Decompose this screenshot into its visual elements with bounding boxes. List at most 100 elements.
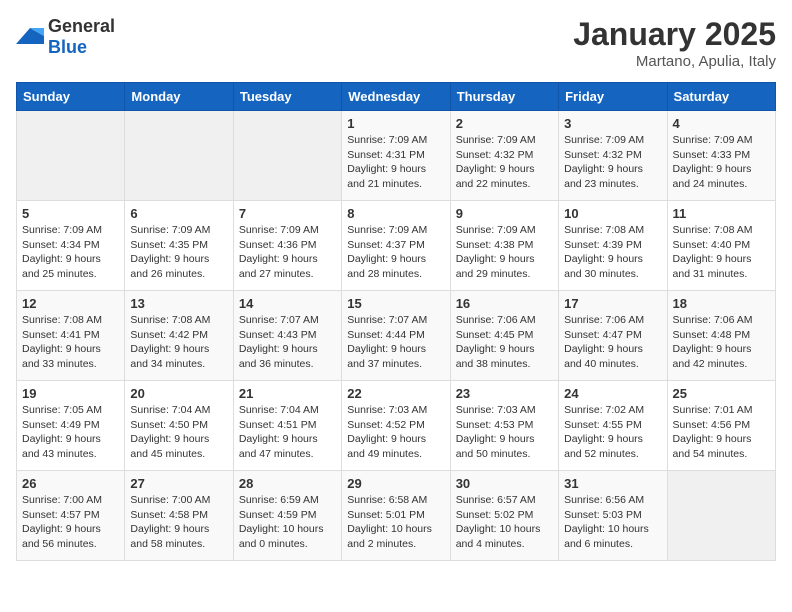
calendar-cell (17, 111, 125, 201)
day-info: Sunrise: 7:06 AM Sunset: 4:45 PM Dayligh… (456, 313, 553, 372)
calendar-cell: 16 Sunrise: 7:06 AM Sunset: 4:45 PM Dayli… (450, 291, 558, 381)
day-info: Sunrise: 7:06 AM Sunset: 4:48 PM Dayligh… (673, 313, 770, 372)
day-number: 30 (456, 476, 553, 491)
calendar-body: 1Sunrise: 7:09 AM Sunset: 4:31 PM Daylig… (17, 111, 776, 561)
day-info: Sunrise: 7:01 AM Sunset: 4:56 PM Dayligh… (673, 403, 770, 462)
column-header-friday: Friday (559, 83, 667, 111)
day-info: Sunrise: 7:03 AM Sunset: 4:53 PM Dayligh… (456, 403, 553, 462)
page-header: General Blue January 2025 Martano, Apuli… (16, 16, 776, 70)
calendar-cell: 15 Sunrise: 7:07 AM Sunset: 4:44 PM Dayli… (342, 291, 450, 381)
logo: General Blue (16, 16, 115, 58)
day-info: Sunrise: 7:09 AM Sunset: 4:32 PM Dayligh… (456, 133, 553, 192)
day-info: Sunrise: 6:58 AM Sunset: 5:01 PM Dayligh… (347, 493, 444, 552)
calendar-cell: 28Sunrise: 6:59 AM Sunset: 4:59 PM Dayli… (233, 471, 341, 561)
day-info: Sunrise: 7:09 AM Sunset: 4:37 PM Dayligh… (347, 223, 444, 282)
calendar-cell: 29 Sunrise: 6:58 AM Sunset: 5:01 PM Dayli… (342, 471, 450, 561)
day-number: 27 (130, 476, 227, 491)
day-number: 13 (130, 296, 227, 311)
calendar-cell: 11 Sunrise: 7:08 AM Sunset: 4:40 PM Dayli… (667, 201, 775, 291)
week-row-2: 5 Sunrise: 7:09 AM Sunset: 4:34 PM Daylig… (17, 201, 776, 291)
day-number: 28 (239, 476, 336, 491)
calendar-cell: 4 Sunrise: 7:09 AM Sunset: 4:33 PM Daylig… (667, 111, 775, 201)
day-info: Sunrise: 7:08 AM Sunset: 4:42 PM Dayligh… (130, 313, 227, 372)
day-info: Sunrise: 6:57 AM Sunset: 5:02 PM Dayligh… (456, 493, 553, 552)
week-row-1: 1Sunrise: 7:09 AM Sunset: 4:31 PM Daylig… (17, 111, 776, 201)
week-row-4: 19 Sunrise: 7:05 AM Sunset: 4:49 PM Dayli… (17, 381, 776, 471)
calendar-title: January 2025 (573, 16, 776, 53)
title-block: January 2025 Martano, Apulia, Italy (573, 16, 776, 70)
calendar-cell: 24Sunrise: 7:02 AM Sunset: 4:55 PM Dayli… (559, 381, 667, 471)
day-info: Sunrise: 7:00 AM Sunset: 4:57 PM Dayligh… (22, 493, 119, 552)
day-number: 12 (22, 296, 119, 311)
calendar-cell: 9Sunrise: 7:09 AM Sunset: 4:38 PM Daylig… (450, 201, 558, 291)
day-info: Sunrise: 7:03 AM Sunset: 4:52 PM Dayligh… (347, 403, 444, 462)
day-number: 31 (564, 476, 661, 491)
column-header-sunday: Sunday (17, 83, 125, 111)
day-info: Sunrise: 7:06 AM Sunset: 4:47 PM Dayligh… (564, 313, 661, 372)
calendar-cell: 7 Sunrise: 7:09 AM Sunset: 4:36 PM Daylig… (233, 201, 341, 291)
column-header-tuesday: Tuesday (233, 83, 341, 111)
day-number: 10 (564, 206, 661, 221)
calendar-cell: 27 Sunrise: 7:00 AM Sunset: 4:58 PM Dayli… (125, 471, 233, 561)
day-info: Sunrise: 7:09 AM Sunset: 4:31 PM Dayligh… (347, 133, 444, 192)
calendar-cell: 20 Sunrise: 7:04 AM Sunset: 4:50 PM Dayli… (125, 381, 233, 471)
logo-general: General (48, 16, 115, 36)
day-number: 22 (347, 386, 444, 401)
calendar-cell: 30 Sunrise: 6:57 AM Sunset: 5:02 PM Dayli… (450, 471, 558, 561)
calendar-cell: 26Sunrise: 7:00 AM Sunset: 4:57 PM Dayli… (17, 471, 125, 561)
calendar-header: SundayMondayTuesdayWednesdayThursdayFrid… (17, 83, 776, 111)
calendar-cell: 14 Sunrise: 7:07 AM Sunset: 4:43 PM Dayli… (233, 291, 341, 381)
column-header-thursday: Thursday (450, 83, 558, 111)
day-info: Sunrise: 7:09 AM Sunset: 4:34 PM Dayligh… (22, 223, 119, 282)
calendar-cell: 22 Sunrise: 7:03 AM Sunset: 4:52 PM Dayli… (342, 381, 450, 471)
day-number: 24 (564, 386, 661, 401)
day-info: Sunrise: 7:08 AM Sunset: 4:41 PM Dayligh… (22, 313, 119, 372)
logo-icon (16, 26, 44, 48)
day-number: 29 (347, 476, 444, 491)
day-info: Sunrise: 7:05 AM Sunset: 4:49 PM Dayligh… (22, 403, 119, 462)
calendar-cell: 19 Sunrise: 7:05 AM Sunset: 4:49 PM Dayli… (17, 381, 125, 471)
calendar-subtitle: Martano, Apulia, Italy (573, 53, 776, 70)
column-header-saturday: Saturday (667, 83, 775, 111)
calendar-cell: 10 Sunrise: 7:08 AM Sunset: 4:39 PM Dayli… (559, 201, 667, 291)
day-info: Sunrise: 7:09 AM Sunset: 4:36 PM Dayligh… (239, 223, 336, 282)
day-number: 23 (456, 386, 553, 401)
day-number: 11 (673, 206, 770, 221)
day-info: Sunrise: 7:09 AM Sunset: 4:38 PM Dayligh… (456, 223, 553, 282)
logo-blue: Blue (48, 37, 87, 57)
calendar-cell: 1Sunrise: 7:09 AM Sunset: 4:31 PM Daylig… (342, 111, 450, 201)
day-info: Sunrise: 7:08 AM Sunset: 4:39 PM Dayligh… (564, 223, 661, 282)
day-info: Sunrise: 7:08 AM Sunset: 4:40 PM Dayligh… (673, 223, 770, 282)
day-number: 4 (673, 116, 770, 131)
day-info: Sunrise: 7:09 AM Sunset: 4:35 PM Dayligh… (130, 223, 227, 282)
day-info: Sunrise: 7:09 AM Sunset: 4:33 PM Dayligh… (673, 133, 770, 192)
calendar-cell: 2 Sunrise: 7:09 AM Sunset: 4:32 PM Daylig… (450, 111, 558, 201)
day-info: Sunrise: 7:04 AM Sunset: 4:50 PM Dayligh… (130, 403, 227, 462)
calendar-cell: 23 Sunrise: 7:03 AM Sunset: 4:53 PM Dayli… (450, 381, 558, 471)
calendar-cell: 5 Sunrise: 7:09 AM Sunset: 4:34 PM Daylig… (17, 201, 125, 291)
calendar-cell (233, 111, 341, 201)
day-number: 7 (239, 206, 336, 221)
calendar-cell: 8Sunrise: 7:09 AM Sunset: 4:37 PM Daylig… (342, 201, 450, 291)
day-number: 15 (347, 296, 444, 311)
day-info: Sunrise: 7:04 AM Sunset: 4:51 PM Dayligh… (239, 403, 336, 462)
day-number: 19 (22, 386, 119, 401)
day-number: 14 (239, 296, 336, 311)
day-number: 3 (564, 116, 661, 131)
day-info: Sunrise: 7:00 AM Sunset: 4:58 PM Dayligh… (130, 493, 227, 552)
day-number: 6 (130, 206, 227, 221)
day-info: Sunrise: 7:07 AM Sunset: 4:44 PM Dayligh… (347, 313, 444, 372)
day-number: 2 (456, 116, 553, 131)
calendar-cell: 6 Sunrise: 7:09 AM Sunset: 4:35 PM Daylig… (125, 201, 233, 291)
day-number: 16 (456, 296, 553, 311)
calendar-cell (125, 111, 233, 201)
calendar-cell: 18Sunrise: 7:06 AM Sunset: 4:48 PM Dayli… (667, 291, 775, 381)
logo-text: General Blue (48, 16, 115, 58)
day-number: 21 (239, 386, 336, 401)
day-info: Sunrise: 7:09 AM Sunset: 4:32 PM Dayligh… (564, 133, 661, 192)
calendar-cell: 21 Sunrise: 7:04 AM Sunset: 4:51 PM Dayli… (233, 381, 341, 471)
column-header-monday: Monday (125, 83, 233, 111)
day-info: Sunrise: 7:07 AM Sunset: 4:43 PM Dayligh… (239, 313, 336, 372)
day-number: 5 (22, 206, 119, 221)
day-number: 20 (130, 386, 227, 401)
